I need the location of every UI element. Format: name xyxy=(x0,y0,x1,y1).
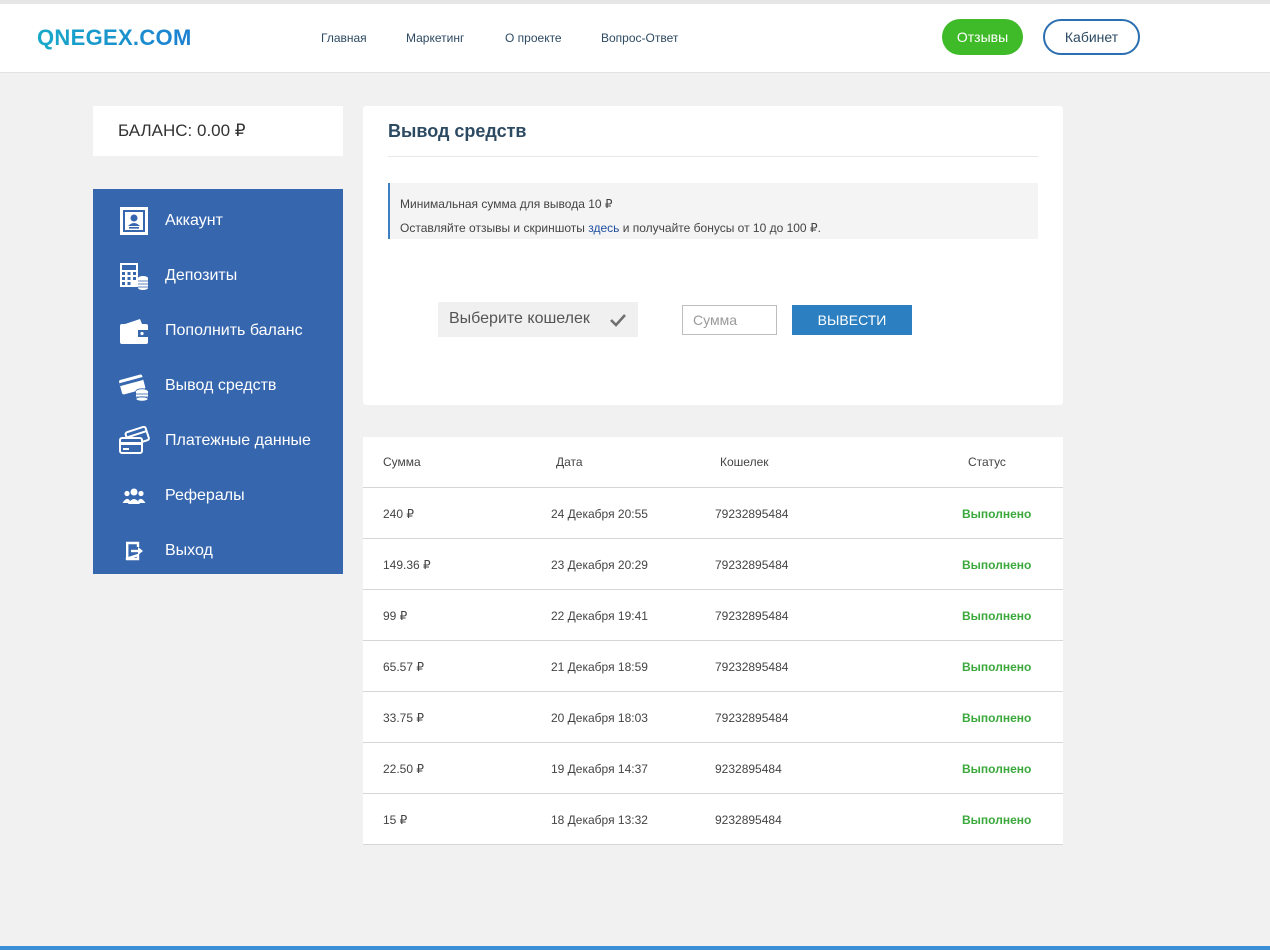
status-badge: Выполнено xyxy=(962,507,1032,521)
nav-link-about[interactable]: О проекте xyxy=(505,31,562,45)
sidebar-item-label: Выход xyxy=(165,542,213,559)
notice-bonus-text: Оставляйте отзывы и скриншоты xyxy=(400,221,589,235)
status-badge: Выполнено xyxy=(962,558,1032,572)
cabinet-button[interactable]: Кабинет xyxy=(1043,19,1140,55)
table-row: 65.57 ₽ 21 Декабря 18:59 79232895484 Вып… xyxy=(363,640,1063,691)
divider xyxy=(363,844,1063,845)
wallet-icon xyxy=(120,319,148,344)
status-badge: Выполнено xyxy=(962,660,1032,674)
wallet-select[interactable]: Выберите кошелек xyxy=(438,302,638,337)
cell-amount: 65.57 ₽ xyxy=(383,660,424,674)
column-header-date: Дата xyxy=(556,455,583,469)
sidebar-item-label: Депозиты xyxy=(165,267,238,284)
nav-link-marketing[interactable]: Маркетинг xyxy=(406,31,464,45)
withdrawals-table: Сумма Дата Кошелек Статус 240 ₽ 24 Декаб… xyxy=(363,437,1063,845)
cell-date: 20 Декабря 18:03 xyxy=(551,711,648,725)
cell-amount: 149.36 ₽ xyxy=(383,558,431,572)
calculator-coins-icon xyxy=(120,263,148,290)
cell-wallet: 9232895484 xyxy=(715,813,782,827)
bottom-border xyxy=(0,946,1270,950)
sidebar-item-label: Платежные данные xyxy=(165,432,311,449)
status-badge: Выполнено xyxy=(962,813,1032,827)
status-badge: Выполнено xyxy=(962,711,1032,725)
card-coins-icon xyxy=(119,374,149,402)
wallet-select-label: Выберите кошелек xyxy=(449,310,590,327)
status-badge: Выполнено xyxy=(962,609,1032,623)
withdraw-button[interactable]: ВЫВЕСТИ xyxy=(792,305,912,335)
cell-wallet: 9232895484 xyxy=(715,762,782,776)
account-card-icon xyxy=(120,207,148,235)
sidebar-item-account[interactable]: Аккаунт xyxy=(93,192,343,247)
table-row: 15 ₽ 18 Декабря 13:32 9232895484 Выполне… xyxy=(363,793,1063,844)
sidebar-item-withdraw[interactable]: Вывод средств xyxy=(93,357,343,412)
nav-link-faq[interactable]: Вопрос-Ответ xyxy=(601,31,678,45)
cell-date: 21 Декабря 18:59 xyxy=(551,660,648,674)
payment-cards-icon xyxy=(119,425,150,454)
notice-min-amount: Минимальная сумма для вывода 10 ₽ xyxy=(400,197,613,211)
sidebar-item-topup[interactable]: Пополнить баланс xyxy=(93,302,343,357)
sidebar-item-logout[interactable]: Выход xyxy=(93,522,343,577)
table-row: 149.36 ₽ 23 Декабря 20:29 79232895484 Вы… xyxy=(363,538,1063,589)
info-notice: Минимальная сумма для вывода 10 ₽ Оставл… xyxy=(388,183,1038,239)
page-title: Вывод средств xyxy=(388,121,527,141)
sidebar: Аккаунт Депозиты Пополнить баланс Вывод … xyxy=(93,189,343,574)
sidebar-item-payment-data[interactable]: Платежные данные xyxy=(93,412,343,467)
sidebar-item-label: Рефералы xyxy=(165,487,245,504)
amount-input[interactable] xyxy=(682,305,777,335)
divider xyxy=(388,156,1038,157)
sidebar-item-deposits[interactable]: Депозиты xyxy=(93,247,343,302)
withdraw-panel: Вывод средств Минимальная сумма для выво… xyxy=(363,106,1063,405)
cell-date: 22 Декабря 19:41 xyxy=(551,609,648,623)
users-icon xyxy=(122,488,146,504)
column-header-wallet: Кошелек xyxy=(720,455,769,469)
notice-bonus-text-end: и получайте бонусы от 10 до 100 ₽. xyxy=(619,221,821,235)
cell-amount: 15 ₽ xyxy=(383,813,408,827)
cell-amount: 33.75 ₽ xyxy=(383,711,424,725)
status-badge: Выполнено xyxy=(962,762,1032,776)
cell-wallet: 79232895484 xyxy=(715,558,789,572)
cell-wallet: 79232895484 xyxy=(715,660,789,674)
table-row: 22.50 ₽ 19 Декабря 14:37 9232895484 Выпо… xyxy=(363,742,1063,793)
cell-amount: 240 ₽ xyxy=(383,507,414,521)
column-header-status: Статус xyxy=(968,455,1006,469)
table-row: 99 ₽ 22 Декабря 19:41 79232895484 Выполн… xyxy=(363,589,1063,640)
nav-link-home[interactable]: Главная xyxy=(321,31,367,45)
sidebar-item-referrals[interactable]: Рефералы xyxy=(93,467,343,522)
check-icon xyxy=(610,314,626,327)
reviews-link[interactable]: здесь xyxy=(588,221,619,235)
cell-wallet: 79232895484 xyxy=(715,507,789,521)
balance-label: БАЛАНС: 0.00 ₽ xyxy=(118,121,246,140)
cell-date: 19 Декабря 14:37 xyxy=(551,762,648,776)
sidebar-item-label: Вывод средств xyxy=(165,377,277,394)
cell-date: 18 Декабря 13:32 xyxy=(551,813,648,827)
column-header-amount: Сумма xyxy=(383,455,421,469)
sidebar-item-label: Пополнить баланс xyxy=(165,322,303,339)
cell-amount: 22.50 ₽ xyxy=(383,762,424,776)
site-header: QNEGEX.COM Главная Маркетинг О проекте В… xyxy=(0,4,1270,73)
cell-amount: 99 ₽ xyxy=(383,609,408,623)
site-logo[interactable]: QNEGEX.COM xyxy=(37,25,192,51)
notice-bonus: Оставляйте отзывы и скриншоты здесь и по… xyxy=(400,216,1038,240)
cell-wallet: 79232895484 xyxy=(715,711,789,725)
sidebar-item-label: Аккаунт xyxy=(165,212,223,229)
logout-icon xyxy=(125,541,143,561)
cell-wallet: 79232895484 xyxy=(715,609,789,623)
reviews-button[interactable]: Отзывы xyxy=(942,19,1023,55)
table-row: 33.75 ₽ 20 Декабря 18:03 79232895484 Вып… xyxy=(363,691,1063,742)
balance-box: БАЛАНС: 0.00 ₽ xyxy=(93,106,343,156)
table-row: 240 ₽ 24 Декабря 20:55 79232895484 Выпол… xyxy=(363,487,1063,538)
cell-date: 24 Декабря 20:55 xyxy=(551,507,648,521)
cell-date: 23 Декабря 20:29 xyxy=(551,558,648,572)
